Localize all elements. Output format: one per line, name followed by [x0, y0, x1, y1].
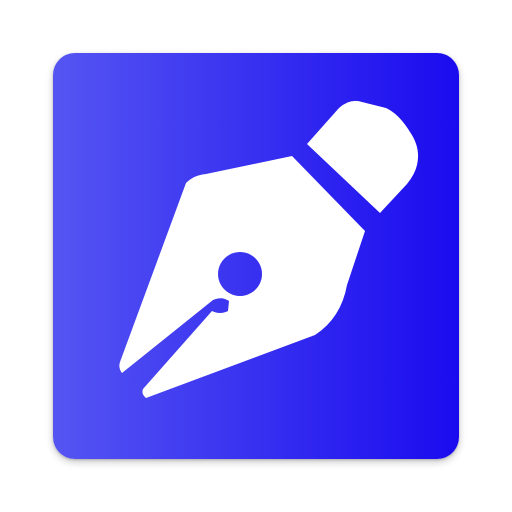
app-icon-tile[interactable] — [53, 53, 459, 459]
fountain-pen-icon — [53, 53, 459, 459]
icon-canvas — [0, 0, 512, 512]
